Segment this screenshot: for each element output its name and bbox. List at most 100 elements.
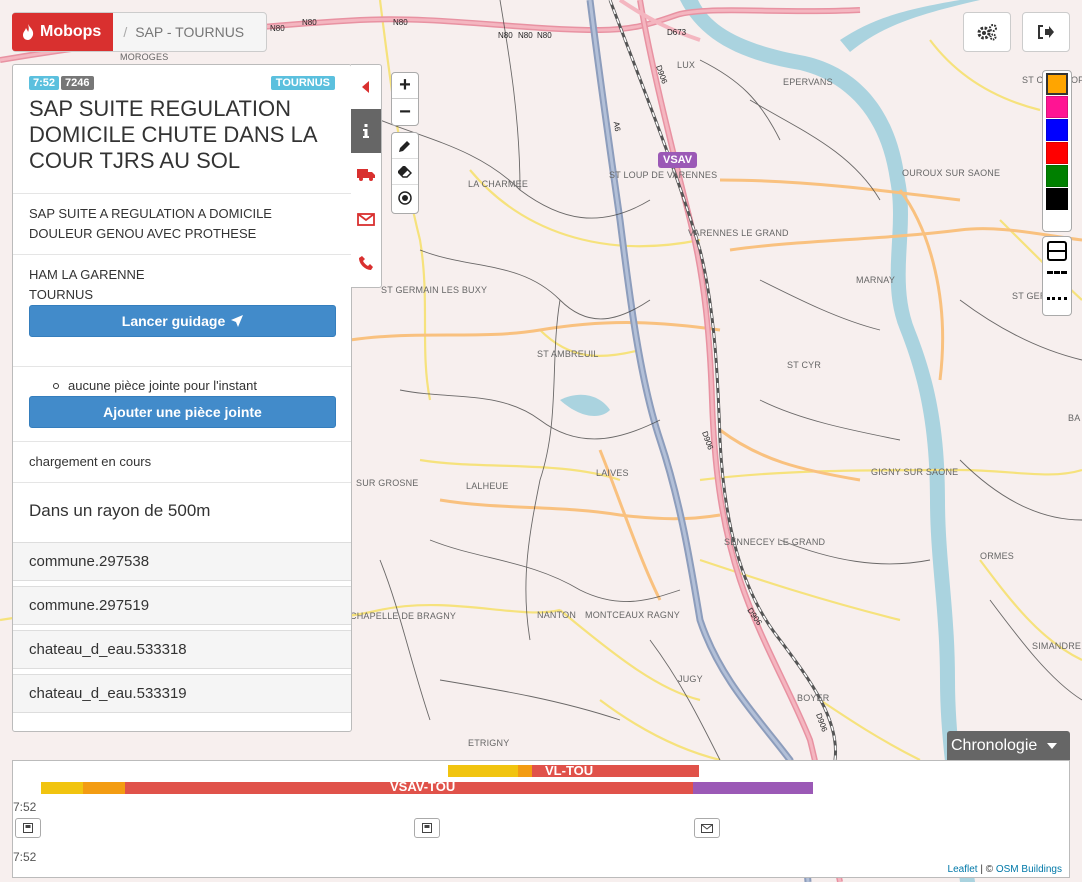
envelope-icon xyxy=(701,823,713,833)
timeline-segment[interactable] xyxy=(448,765,518,777)
tab-messages[interactable] xyxy=(351,197,381,241)
place-label: ST CYR xyxy=(787,360,822,370)
brand-button[interactable]: Mobops xyxy=(12,13,114,51)
place-label: VARENNES LE GRAND xyxy=(688,228,789,238)
attachments-empty: aucune pièce jointe pour l'instant xyxy=(53,378,257,393)
place-label: GIGNY SUR SAONE xyxy=(871,467,959,477)
attribution-separator: | © xyxy=(980,864,994,875)
nearby-item[interactable]: commune.297519 xyxy=(13,586,351,625)
sign-out-icon xyxy=(1038,25,1054,39)
place-label: MOROGES xyxy=(120,52,169,62)
caret-left-icon xyxy=(362,81,369,93)
osm-buildings-link[interactable]: OSM Buildings xyxy=(996,864,1062,875)
envelope-icon xyxy=(357,212,375,226)
timeline-start-time: 7:52 xyxy=(13,800,37,814)
chronology-label: Chronologie xyxy=(951,737,1038,754)
nearby-item[interactable]: chateau_d_eau.533319 xyxy=(13,674,351,713)
vehicle-marker-vsav[interactable]: VSAV xyxy=(658,152,698,168)
tab-phone[interactable] xyxy=(351,241,381,285)
place-label: MARNAY xyxy=(856,275,896,285)
timeline-event[interactable] xyxy=(414,818,440,838)
collapse-panel-tab[interactable] xyxy=(351,65,381,109)
road-label: N80 xyxy=(498,31,513,40)
place-label: MONTCEAUX RAGNY xyxy=(585,610,681,620)
save-icon xyxy=(422,823,432,833)
color-swatch-red[interactable] xyxy=(1046,142,1068,164)
color-picker xyxy=(1042,70,1072,232)
breadcrumb-separator: / xyxy=(123,24,128,40)
radius-title: Dans un rayon de 500m xyxy=(29,501,211,520)
place-label: SENNECEY LE GRAND xyxy=(724,537,826,547)
timeline-event[interactable] xyxy=(694,818,720,838)
place-label: ST LOUP DE VARENNES xyxy=(609,170,718,180)
add-attachment-button[interactable]: Ajouter une pièce jointe xyxy=(29,396,336,428)
leaflet-link[interactable]: Leaflet xyxy=(948,864,978,875)
phone-icon xyxy=(359,256,373,270)
timeline-segment[interactable] xyxy=(693,782,813,794)
color-swatch-orange[interactable] xyxy=(1046,73,1068,95)
place-label: LUX xyxy=(677,60,696,70)
timeline-event[interactable] xyxy=(15,818,41,838)
incident-time-badge: 7:52 xyxy=(29,76,60,90)
line-style-dashed[interactable] xyxy=(1047,271,1067,274)
address-section: HAM LA GARENNE TOURNUS Lancer guidage xyxy=(13,254,351,367)
eraser-icon xyxy=(398,165,412,178)
color-swatch-black[interactable] xyxy=(1046,188,1068,210)
settings-button[interactable] xyxy=(963,12,1011,52)
place-label: ST AMBREUIL xyxy=(537,349,599,359)
incident-title: SAP SUITE REGULATION DOMICILE CHUTE DANS… xyxy=(29,96,317,173)
road-d906 xyxy=(637,0,843,882)
brand-name: Mobops xyxy=(40,23,102,40)
incident-panel: 7:52 7246 TOURNUS SAP SUITE REGULATION D… xyxy=(12,64,352,732)
timeline-end-time: 7:52 xyxy=(13,850,37,864)
timeline-segment[interactable] xyxy=(518,765,532,777)
location-arrow-icon xyxy=(231,315,244,327)
chronology-toggle[interactable]: Chronologie xyxy=(947,731,1070,761)
timeline-segment[interactable] xyxy=(41,782,83,794)
road-label: N80 xyxy=(302,18,317,27)
line-style-dotted[interactable] xyxy=(1047,297,1067,300)
logout-button[interactable] xyxy=(1022,12,1070,52)
place-label: ST GERMAIN LES BUXY xyxy=(381,285,488,295)
bullet-icon xyxy=(53,382,59,389)
road-label: N80 xyxy=(537,31,552,40)
guidance-button-label: Lancer guidage xyxy=(121,313,226,329)
place-label: JUGY xyxy=(678,674,703,684)
vehicle-label: VL-TOU xyxy=(545,763,594,778)
truck-icon xyxy=(357,169,375,181)
color-swatch-pink[interactable] xyxy=(1046,96,1068,118)
place-label: EPERVANS xyxy=(783,77,833,87)
breadcrumb-current[interactable]: SAP - TOURNUS xyxy=(135,24,244,40)
line-style-solid[interactable] xyxy=(1047,241,1067,261)
timeline-segment[interactable] xyxy=(83,782,125,794)
breadcrumb: Mobops / SAP - TOURNUS xyxy=(12,12,267,52)
zoom-in-button[interactable]: + xyxy=(392,73,418,99)
zoom-out-button[interactable]: − xyxy=(392,99,418,125)
road-label: N80 xyxy=(518,31,533,40)
draw-target-button[interactable] xyxy=(392,185,418,211)
info-icon xyxy=(363,124,369,138)
target-icon xyxy=(398,191,412,205)
nearby-item[interactable]: commune.297538 xyxy=(13,542,351,581)
color-swatch-green[interactable] xyxy=(1046,165,1068,187)
guidance-button[interactable]: Lancer guidage xyxy=(29,305,336,337)
place-label: CHAPELLE DE BRAGNY xyxy=(350,611,457,621)
place-label: LA CHARMEE xyxy=(468,179,529,189)
tab-info[interactable] xyxy=(351,109,381,153)
draw-eraser-button[interactable] xyxy=(392,159,418,185)
description-section: SAP SUITE A REGULATION A DOMICILE DOULEU… xyxy=(13,193,351,255)
incident-description: SAP SUITE A REGULATION A DOMICILE DOULEU… xyxy=(29,206,272,241)
attachments-empty-text: aucune pièce jointe pour l'instant xyxy=(68,378,257,393)
place-label: LALHEUE xyxy=(466,481,509,491)
address-line2: TOURNUS xyxy=(29,287,94,302)
draw-toolbar xyxy=(391,132,419,214)
place-label: SIMANDRE xyxy=(1032,641,1082,651)
road-label: D673 xyxy=(667,28,687,37)
place-label: ETRIGNY xyxy=(468,738,510,748)
nearby-item[interactable]: chateau_d_eau.533318 xyxy=(13,630,351,669)
draw-pencil-button[interactable] xyxy=(392,133,418,159)
caret-down-icon xyxy=(1047,743,1058,749)
flame-icon xyxy=(23,24,34,40)
tab-vehicles[interactable] xyxy=(351,153,381,197)
color-swatch-blue[interactable] xyxy=(1046,119,1068,141)
